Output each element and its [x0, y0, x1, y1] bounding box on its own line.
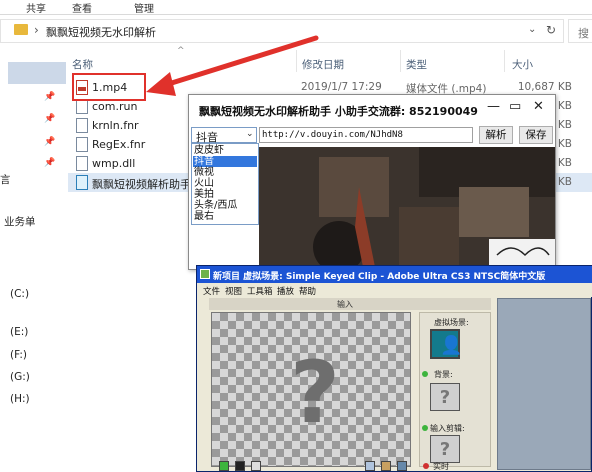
window-title: 飘飘短视频无水印解析助手 小助手交流群: 852190049 — [199, 105, 478, 118]
file-size: KB — [557, 157, 572, 169]
url-input[interactable]: http://v.douyin.com/NJhdN8 — [259, 127, 473, 143]
file-size: KB — [557, 138, 572, 150]
window-title: 新项目 虚拟场景: Simple Keyed Clip - Adobe Ultr… — [213, 272, 546, 282]
file-size: KB — [557, 176, 572, 188]
gear-file-icon — [76, 156, 88, 171]
menu-play[interactable]: 播放 — [277, 285, 294, 297]
tab-share[interactable]: 共享 — [26, 0, 46, 15]
record-dot-icon — [423, 463, 429, 469]
tab-input[interactable]: 输入 — [209, 298, 491, 310]
nav-item-drive-c[interactable]: (C:) — [10, 288, 29, 300]
tool-icon[interactable] — [397, 461, 407, 471]
input-canvas: ? — [211, 312, 411, 467]
pin-icon: 📌 — [44, 137, 56, 147]
video-frame-image — [259, 147, 555, 269]
file-size: KB — [557, 100, 572, 112]
file-icon — [76, 118, 88, 133]
menu-view[interactable]: 视图 — [225, 285, 242, 297]
file-name: RegEx.fnr — [92, 138, 146, 151]
column-divider — [504, 50, 505, 72]
tool-icon[interactable] — [365, 461, 375, 471]
dropdown-option[interactable]: 最右 — [193, 211, 257, 222]
tool-icon[interactable] — [381, 461, 391, 471]
dropdown-option[interactable]: 美拍 — [193, 189, 257, 200]
menu-file[interactable]: 文件 — [203, 285, 220, 297]
dropdown-option[interactable]: 微视 — [193, 167, 257, 178]
tool-green-icon[interactable] — [219, 461, 229, 471]
url-input-value: http://v.douyin.com/NJhdN8 — [262, 130, 403, 140]
realtime-label[interactable]: 实时 — [433, 461, 449, 472]
file-name: com.run — [92, 100, 138, 113]
tool-white-icon[interactable] — [251, 461, 261, 471]
ribbon-tabs: 共享 查看 管理 — [0, 0, 592, 15]
ribbon-divider — [0, 14, 592, 15]
parse-button[interactable]: 解析 — [479, 126, 513, 144]
output-preview — [497, 298, 591, 470]
virtual-scene-label: 虚拟场景: — [434, 318, 469, 327]
nav-item[interactable]: 言 — [0, 172, 11, 187]
column-header-type[interactable]: 类型 — [406, 57, 427, 72]
save-button[interactable]: 保存 — [519, 126, 553, 144]
nav-item[interactable]: 业务单 — [4, 214, 36, 229]
virtual-scene-thumbnail[interactable]: 👤 — [430, 329, 463, 359]
file-name: 飘飘短视频解析助手 — [92, 178, 191, 191]
column-header-size[interactable]: 大小 — [512, 57, 533, 72]
status-dot-icon — [422, 371, 428, 377]
column-divider — [400, 50, 401, 72]
scene-panel: 虚拟场景: 👤 背景: ? 输入剪辑: ? — [419, 312, 491, 467]
video-preview — [259, 147, 555, 269]
chevron-down-icon[interactable]: ⌄ — [528, 24, 536, 35]
dropdown-option-selected[interactable]: 抖音 — [193, 156, 257, 167]
ultra-titlebar: 新项目 虚拟场景: Simple Keyed Clip - Adobe Ultr… — [197, 266, 592, 283]
tab-input-label: 输入 — [337, 300, 353, 309]
input-clip-label: 输入剪辑: — [430, 424, 465, 433]
menu-toolbox[interactable]: 工具箱 — [247, 285, 273, 297]
app-icon — [76, 175, 88, 190]
pin-icon: 📌 — [44, 92, 56, 102]
parser-window: 飘飘短视频无水印解析助手 小助手交流群: 852190049 — ▭ ✕ 抖音 … — [188, 94, 556, 270]
highlight-box — [72, 73, 146, 101]
person-icon: 👤 — [440, 335, 463, 356]
file-icon — [76, 99, 88, 114]
background-thumbnail[interactable]: ? — [430, 383, 460, 411]
column-header-name[interactable]: 名称 — [72, 57, 93, 72]
menu-bar: 文件 视图 工具箱 播放 帮助 — [197, 283, 592, 297]
maximize-icon[interactable]: ▭ — [509, 99, 521, 114]
platform-dropdown-list: 皮皮虾 抖音 微视 火山 美拍 头条/西瓜 最右 — [191, 143, 259, 225]
red-arrow-icon — [146, 35, 319, 96]
nav-selected-highlight — [8, 62, 66, 84]
tool-black-icon[interactable] — [235, 461, 245, 471]
nav-item-drive-f[interactable]: (F:) — [10, 349, 27, 361]
menu-help[interactable]: 帮助 — [299, 285, 316, 297]
dropdown-option[interactable]: 头条/西瓜 — [193, 200, 257, 211]
input-clip-thumbnail[interactable]: ? — [430, 435, 460, 463]
nav-item-drive-e[interactable]: (E:) — [10, 326, 28, 338]
status-dot-icon — [422, 425, 428, 431]
file-icon — [76, 137, 88, 152]
tab-manage[interactable]: 管理 — [134, 0, 154, 15]
platform-select[interactable]: 抖音 ⌄ — [191, 127, 257, 144]
tab-view[interactable]: 查看 — [72, 0, 92, 15]
background-label: 背景: — [434, 370, 453, 379]
nav-item-drive-h[interactable]: (H:) — [10, 393, 30, 405]
file-size: KB — [557, 119, 572, 131]
chevron-right-icon: › — [34, 23, 39, 37]
nav-item-drive-g[interactable]: (G:) — [10, 371, 30, 383]
pin-icon: 📌 — [44, 158, 56, 168]
chevron-down-icon: ⌄ — [246, 129, 254, 139]
app-icon — [200, 269, 210, 279]
file-name: wmp.dll — [92, 157, 136, 170]
dropdown-option[interactable]: 火山 — [193, 178, 257, 189]
close-icon[interactable]: ✕ — [533, 99, 544, 114]
dropdown-option[interactable]: 皮皮虾 — [193, 145, 257, 156]
pin-icon: 📌 — [44, 114, 56, 124]
refresh-icon[interactable]: ↻ — [546, 23, 556, 37]
question-mark-icon: ? — [290, 343, 340, 443]
ultra-window: 新项目 虚拟场景: Simple Keyed Clip - Adobe Ultr… — [196, 265, 592, 472]
file-size: 10,687 KB — [517, 81, 572, 93]
minimize-icon[interactable]: — — [487, 99, 500, 114]
search-placeholder: 搜 — [578, 27, 589, 40]
folder-icon — [14, 24, 28, 35]
file-name: krnln.fnr — [92, 119, 139, 132]
